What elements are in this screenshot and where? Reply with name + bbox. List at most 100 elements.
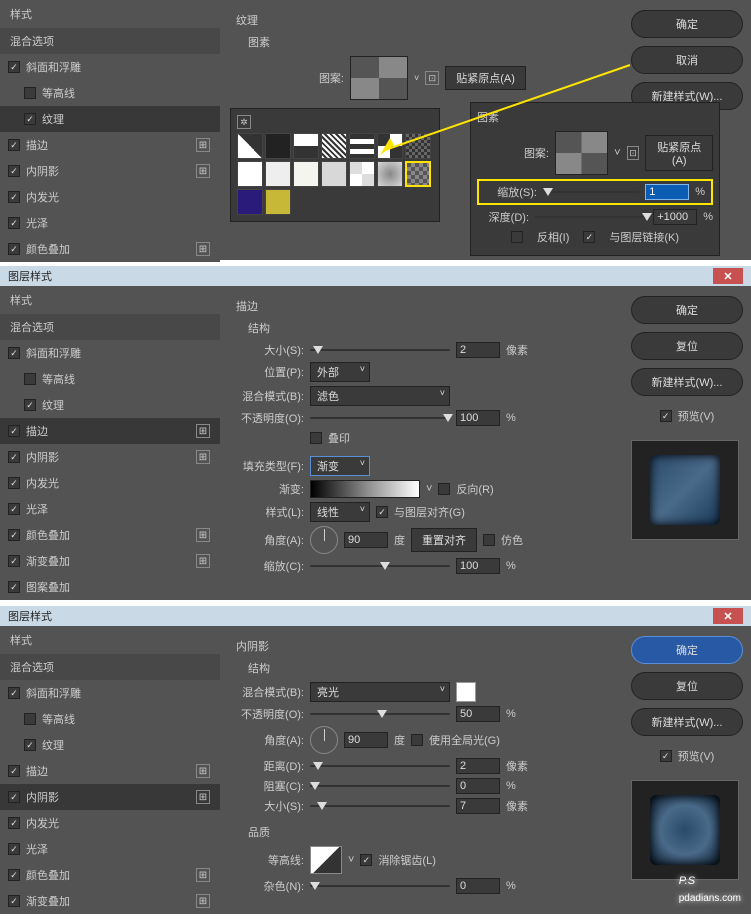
add-icon[interactable]	[196, 868, 210, 882]
add-icon[interactable]	[196, 424, 210, 438]
opacity-input[interactable]	[456, 410, 500, 426]
add-icon[interactable]	[196, 764, 210, 778]
pattern-item[interactable]	[265, 189, 291, 215]
new-preset-icon[interactable]: ⊡	[425, 71, 439, 85]
checkbox-icon[interactable]	[8, 243, 20, 255]
sidebar-item-bevel[interactable]: 斜面和浮雕	[0, 54, 220, 80]
distance-input[interactable]	[456, 758, 500, 774]
style-title[interactable]: 样式	[0, 0, 220, 28]
pattern-item[interactable]	[321, 133, 347, 159]
preview-checkbox[interactable]	[660, 750, 672, 762]
pattern-item[interactable]	[293, 161, 319, 187]
add-icon[interactable]	[196, 790, 210, 804]
sidebar-item-texture[interactable]: 纹理	[0, 106, 220, 132]
global-light-checkbox[interactable]	[411, 734, 423, 746]
pattern-item-selected[interactable]	[405, 161, 431, 187]
pattern-item[interactable]	[405, 133, 431, 159]
sidebar-item-contour[interactable]: 等高线	[0, 366, 220, 392]
size-input[interactable]	[456, 798, 500, 814]
blend-options[interactable]: 混合选项	[0, 654, 220, 680]
add-icon[interactable]	[196, 242, 210, 256]
snap-origin-button[interactable]: 贴紧原点(A)	[445, 66, 526, 90]
sidebar-item-inner-shadow[interactable]: 内阴影	[0, 784, 220, 810]
checkbox-icon[interactable]	[24, 87, 36, 99]
sidebar-item-satin[interactable]: 光泽	[0, 836, 220, 862]
sidebar-item-stroke[interactable]: 描边	[0, 418, 220, 444]
checkbox-icon[interactable]	[8, 61, 20, 73]
sidebar-item-color-overlay[interactable]: 颜色叠加	[0, 236, 220, 262]
reverse-checkbox[interactable]	[438, 483, 450, 495]
sidebar-item-gradient-overlay[interactable]: 渐变叠加	[0, 888, 220, 914]
pattern-item[interactable]	[349, 161, 375, 187]
blend-options[interactable]: 混合选项	[0, 314, 220, 340]
add-icon[interactable]	[196, 894, 210, 908]
size-input[interactable]	[456, 342, 500, 358]
angle-input[interactable]	[344, 732, 388, 748]
scale-input[interactable]	[456, 558, 500, 574]
blend-options[interactable]: 混合选项	[0, 28, 220, 54]
add-icon[interactable]	[196, 554, 210, 568]
style-select[interactable]: 线性	[310, 502, 370, 522]
pattern-item[interactable]	[377, 161, 403, 187]
checkbox-icon[interactable]	[8, 165, 20, 177]
blend-select[interactable]: 滤色	[310, 386, 450, 406]
sidebar-item-color-overlay[interactable]: 颜色叠加	[0, 862, 220, 888]
ok-button[interactable]: 确定	[631, 10, 743, 38]
noise-slider[interactable]	[310, 885, 450, 887]
size-slider[interactable]	[310, 349, 450, 351]
chevron-down-icon[interactable]: ˅	[414, 73, 419, 83]
style-title[interactable]: 样式	[0, 626, 220, 654]
depth-input[interactable]	[653, 209, 697, 225]
sidebar-item-contour[interactable]: 等高线	[0, 706, 220, 732]
pattern-swatch[interactable]	[555, 131, 608, 175]
new-style-button[interactable]: 新建样式(W)...	[631, 368, 743, 396]
pattern-item[interactable]	[265, 161, 291, 187]
choke-input[interactable]	[456, 778, 500, 794]
sidebar-item-stroke[interactable]: 描边	[0, 758, 220, 784]
add-icon[interactable]	[196, 450, 210, 464]
add-icon[interactable]	[196, 138, 210, 152]
reset-align-button[interactable]: 重置对齐	[411, 528, 477, 552]
size-slider[interactable]	[310, 805, 450, 807]
sidebar-item-stroke[interactable]: 描边	[0, 132, 220, 158]
sidebar-item-satin[interactable]: 光泽	[0, 210, 220, 236]
close-icon[interactable]: ✕	[713, 608, 743, 624]
opacity-slider[interactable]	[310, 713, 450, 715]
gradient-picker[interactable]	[310, 480, 420, 498]
sidebar-item-texture[interactable]: 纹理	[0, 732, 220, 758]
chevron-down-icon[interactable]: ˅	[614, 147, 620, 159]
dither-checkbox[interactable]	[483, 534, 495, 546]
ok-button[interactable]: 确定	[631, 296, 743, 324]
overprint-checkbox[interactable]	[310, 432, 322, 444]
checkbox-icon[interactable]	[24, 113, 36, 125]
sidebar-item-inner-glow[interactable]: 内发光	[0, 810, 220, 836]
sidebar-item-inner-glow[interactable]: 内发光	[0, 470, 220, 496]
checkbox-icon[interactable]	[8, 191, 20, 203]
contour-picker[interactable]	[310, 846, 342, 874]
sidebar-item-inner-shadow[interactable]: 内阴影	[0, 444, 220, 470]
cancel-button[interactable]: 取消	[631, 46, 743, 74]
pattern-item[interactable]	[237, 133, 263, 159]
scale-input[interactable]	[645, 184, 689, 200]
pattern-item[interactable]	[293, 133, 319, 159]
pattern-swatch[interactable]	[350, 56, 408, 100]
align-checkbox[interactable]	[376, 506, 388, 518]
opacity-slider[interactable]	[310, 417, 450, 419]
preview-checkbox[interactable]	[660, 410, 672, 422]
sidebar-item-inner-glow[interactable]: 内发光	[0, 184, 220, 210]
choke-slider[interactable]	[310, 785, 450, 787]
pattern-item[interactable]	[265, 133, 291, 159]
angle-input[interactable]	[344, 532, 388, 548]
style-title[interactable]: 样式	[0, 286, 220, 314]
sidebar-item-bevel[interactable]: 斜面和浮雕	[0, 680, 220, 706]
antialias-checkbox[interactable]	[360, 854, 372, 866]
sidebar-item-gradient-overlay[interactable]: 渐变叠加	[0, 548, 220, 574]
distance-slider[interactable]	[310, 765, 450, 767]
new-preset-icon[interactable]: ⊡	[627, 146, 640, 160]
invert-checkbox[interactable]	[511, 231, 523, 243]
ok-button[interactable]: 确定	[631, 636, 743, 664]
sidebar-item-satin[interactable]: 光泽	[0, 496, 220, 522]
reset-button[interactable]: 复位	[631, 332, 743, 360]
pattern-item[interactable]	[349, 133, 375, 159]
snap-origin-button[interactable]: 贴紧原点(A)	[645, 135, 713, 171]
